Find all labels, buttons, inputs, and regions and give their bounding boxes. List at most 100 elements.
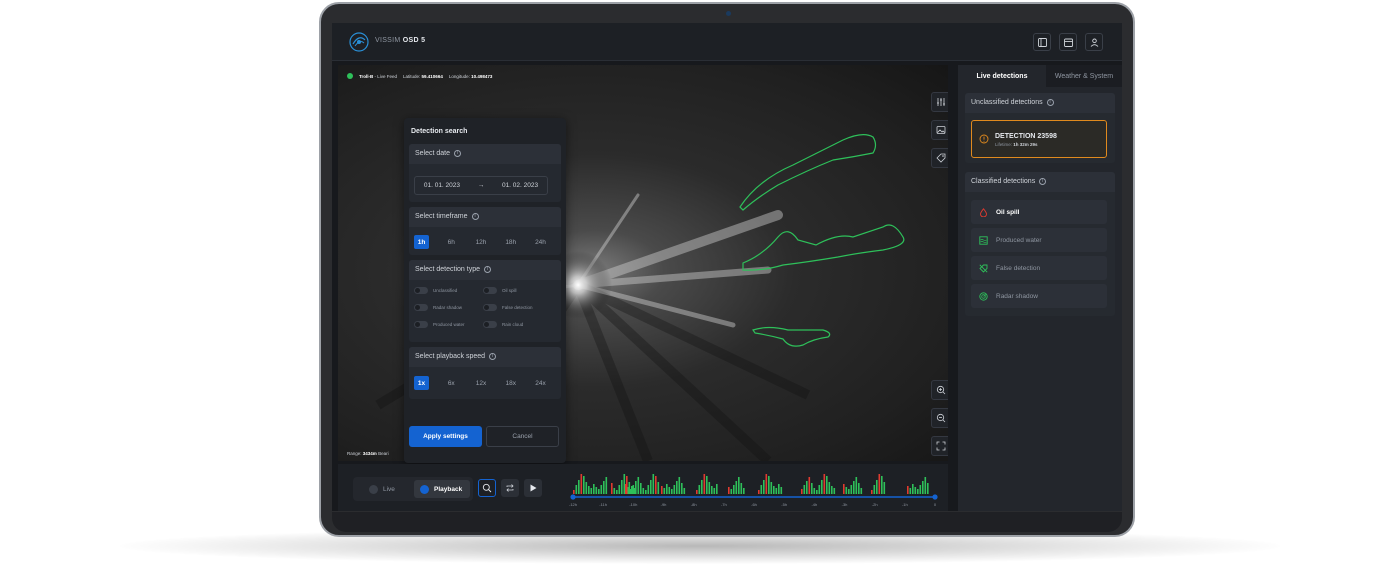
playback-speed-header: Select playback speed i — [409, 347, 561, 367]
histogram-bar — [853, 481, 855, 494]
user-button[interactable] — [1085, 33, 1103, 51]
class-false-detection[interactable]: False detection — [971, 256, 1107, 280]
histogram-bar — [640, 483, 642, 494]
toggle-switch[interactable] — [414, 287, 428, 294]
timeframe-selector: 1h 6h 12h 18h 24h — [414, 235, 548, 249]
histogram-bar — [850, 485, 853, 494]
detection-histogram[interactable]: -12h -11h -10h -9h -8h -7h -6h -5h -4h -3h -2h -1h 0 — [553, 464, 948, 511]
info-icon[interactable]: i — [454, 150, 462, 157]
calendar-button[interactable] — [1059, 33, 1077, 51]
toggle-oil-spill[interactable]: Oil spill — [483, 287, 517, 294]
info-icon[interactable]: i — [1046, 99, 1054, 106]
playback-mode-button[interactable]: Playback — [414, 480, 470, 498]
feed-source-name: Troll-B — [359, 73, 374, 79]
live-mode-button[interactable]: Live — [357, 480, 409, 498]
calendar-icon — [1063, 38, 1073, 47]
water-icon — [979, 235, 988, 245]
panel-toggle-button[interactable] — [1033, 33, 1051, 51]
histogram-bar — [701, 480, 703, 494]
classified-label: Classified detections — [971, 178, 1036, 185]
class-label: Oil spill — [996, 208, 1020, 216]
histogram-bar — [668, 487, 671, 494]
info-icon[interactable]: i — [471, 213, 479, 220]
toggle-label: Unclassified — [433, 288, 458, 293]
lifetime-value: 1h 32m 29s — [1013, 142, 1038, 147]
image-button[interactable] — [931, 120, 948, 140]
speed-option[interactable]: 6x — [444, 376, 459, 390]
toggle-switch[interactable] — [483, 321, 497, 328]
tab-live-detections[interactable]: Live detections — [958, 65, 1046, 87]
brand-name: VISSIM — [375, 37, 401, 44]
timeframe-option[interactable]: 18h — [503, 235, 518, 249]
timeframe-label: Select timeframe — [415, 213, 468, 220]
timeline-handle-end[interactable] — [932, 494, 938, 500]
histogram-bar — [621, 480, 623, 494]
timeframe-option[interactable]: 6h — [444, 235, 459, 249]
tab-weather-system[interactable]: Weather & System — [1046, 65, 1122, 87]
speed-option[interactable]: 18x — [503, 376, 518, 390]
timeframe-option[interactable]: 24h — [533, 235, 548, 249]
zoom-out-button[interactable] — [931, 408, 948, 428]
toggle-rain-cloud[interactable]: Rain cloud — [483, 321, 523, 328]
date-range-input[interactable]: 01. 01. 2023 → 01. 02. 2023 — [414, 176, 548, 195]
playback-label: Playback — [434, 485, 463, 493]
timeline-tick-label: -4h — [811, 502, 817, 507]
image-icon — [936, 126, 946, 134]
cancel-button[interactable]: Cancel — [486, 426, 559, 447]
apply-settings-button[interactable]: Apply settings — [409, 426, 482, 447]
detection-outline-2[interactable] — [742, 224, 905, 271]
class-oil-spill[interactable]: Oil spill — [971, 200, 1107, 224]
search-button[interactable] — [478, 479, 496, 497]
info-icon[interactable]: i — [1039, 178, 1047, 185]
info-icon[interactable]: i — [489, 353, 497, 360]
histogram-bar — [803, 485, 806, 494]
toggle-switch[interactable] — [483, 304, 497, 311]
detection-lifetime: Lifetime: 1h 32m 29s — [995, 142, 1038, 147]
timeframe-option[interactable]: 12h — [474, 235, 489, 249]
histogram-bar — [924, 477, 927, 494]
timeline-handle-start[interactable] — [570, 494, 576, 500]
histogram-bar — [713, 488, 716, 494]
tag-button[interactable] — [931, 148, 948, 168]
play-button[interactable] — [524, 479, 542, 497]
fullscreen-button[interactable] — [931, 436, 948, 456]
toggle-produced-water[interactable]: Produced water — [414, 321, 465, 328]
toggle-switch[interactable] — [483, 287, 497, 294]
app-screen: VISSIM OSD 5 Troll-B - Live Feed Latitud… — [332, 23, 1122, 511]
repeat-button[interactable] — [501, 479, 519, 497]
date-label: Select date — [415, 150, 451, 157]
class-radar-shadow[interactable]: Radar shadow — [971, 284, 1107, 308]
latitude-label: Latitude: — [403, 73, 421, 79]
sliders-icon — [937, 98, 945, 106]
laptop-chin — [332, 512, 1122, 532]
histogram-bar — [917, 489, 919, 494]
histogram-bar — [833, 488, 836, 494]
histogram-bar — [738, 477, 740, 494]
timeline-tick-label: -12h — [569, 502, 577, 507]
histogram-bar — [743, 488, 745, 494]
toggle-unclassified[interactable]: Unclassified — [414, 287, 457, 294]
speed-option[interactable]: 12x — [474, 376, 489, 390]
filter-button[interactable] — [931, 92, 948, 112]
histogram-bar — [871, 490, 873, 494]
toggle-radar-shadow[interactable]: Radar shadow — [414, 304, 462, 311]
histogram-bar — [605, 477, 608, 494]
tag-icon — [936, 153, 946, 163]
brand-title: VISSIM OSD 5 — [375, 37, 425, 44]
histogram-bar — [632, 485, 635, 494]
histogram-bar — [775, 488, 778, 494]
info-icon[interactable]: i — [484, 266, 491, 273]
class-produced-water[interactable]: Produced water — [971, 228, 1107, 252]
zoom-in-button[interactable] — [931, 380, 948, 400]
speed-option[interactable]: 1x — [414, 376, 429, 390]
toggle-false-detection[interactable]: False detection — [483, 304, 533, 311]
detection-alert-card[interactable]: DETECTION 23598 Lifetime: 1h 32m 29s — [971, 120, 1107, 158]
histogram-bar — [758, 490, 760, 494]
toggle-switch[interactable] — [414, 304, 428, 311]
detection-outline-3[interactable] — [752, 326, 831, 347]
timeframe-option[interactable]: 1h — [414, 235, 429, 249]
histogram-bar — [831, 486, 833, 494]
detection-outline-1[interactable] — [739, 134, 877, 211]
toggle-switch[interactable] — [414, 321, 428, 328]
speed-option[interactable]: 24x — [533, 376, 548, 390]
